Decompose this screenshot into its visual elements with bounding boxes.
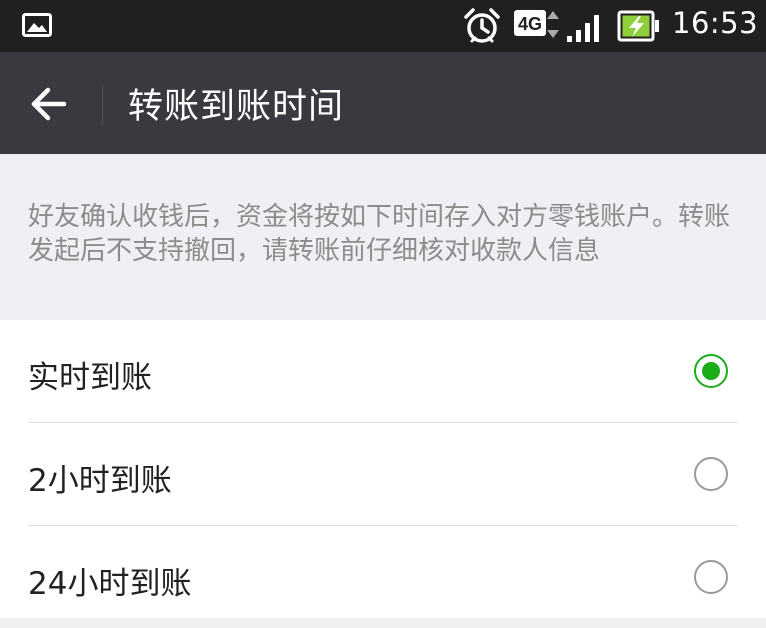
option-2-hours[interactable]: 2小时到账 xyxy=(0,423,766,525)
signal-icon xyxy=(567,15,599,42)
page-title: 转账到账时间 xyxy=(128,87,345,127)
network-label: 4G xyxy=(518,14,542,34)
network-4g-icon: 4G xyxy=(514,10,599,42)
option-label: 2小时到账 xyxy=(28,463,172,499)
option-label: 实时到账 xyxy=(28,360,152,396)
header-divider xyxy=(102,85,103,125)
option-label: 24小时到账 xyxy=(28,566,192,602)
status-time: 16:53 xyxy=(672,6,759,40)
radio-selected[interactable] xyxy=(694,354,728,388)
option-realtime[interactable]: 实时到账 xyxy=(0,320,766,422)
back-button[interactable] xyxy=(26,79,76,129)
alarm-icon xyxy=(464,8,500,43)
image-notification-icon xyxy=(22,13,52,37)
status-bar: 4G 16:53 xyxy=(0,0,766,52)
option-24-hours[interactable]: 24小时到账 xyxy=(0,526,766,628)
radio-unselected[interactable] xyxy=(694,560,728,594)
notice-section: 好友确认收钱后，资金将按如下时间存入对方零钱账户。转账发起后不支持撤回，请转账前… xyxy=(0,154,766,320)
radio-unselected[interactable] xyxy=(694,457,728,491)
back-arrow-icon xyxy=(31,87,67,121)
battery-charging-icon xyxy=(617,10,659,42)
arrival-time-options: 实时到账 2小时到账 24小时到账 xyxy=(0,320,766,618)
notice-text: 好友确认收钱后，资金将按如下时间存入对方零钱账户。转账发起后不支持撤回，请转账前… xyxy=(28,202,731,266)
app-bar: 转账到账时间 xyxy=(0,52,766,154)
